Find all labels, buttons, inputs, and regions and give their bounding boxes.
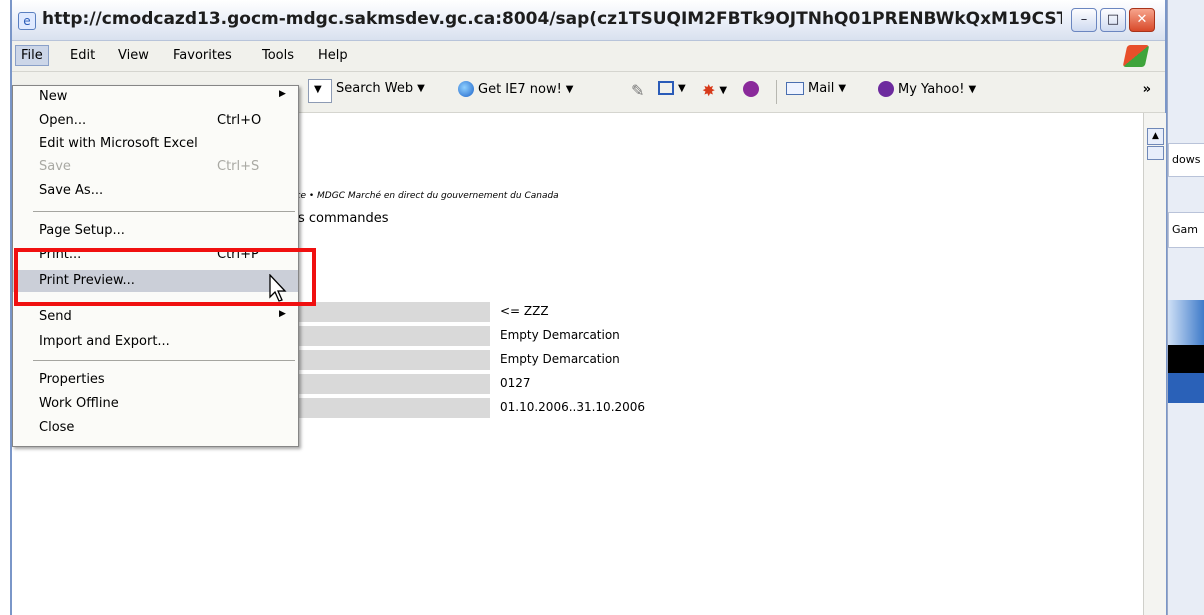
parameter-value: 0127 bbox=[500, 376, 531, 390]
windows-logo-icon bbox=[1122, 45, 1150, 67]
parameter-label-cell bbox=[290, 302, 490, 322]
menu-item-label: Properties bbox=[39, 372, 105, 387]
menu-bar: File Edit View Favorites Tools Help bbox=[12, 41, 1165, 72]
highlight-button[interactable]: ✎ bbox=[631, 81, 644, 100]
bookmark-button[interactable]: ✸ ▼ bbox=[702, 81, 727, 100]
menu-view[interactable]: View bbox=[118, 48, 149, 63]
menu-favorites[interactable]: Favorites bbox=[173, 48, 232, 63]
menu-item-import-export[interactable]: Import and Export... bbox=[13, 331, 298, 353]
chevron-down-icon: ▼ bbox=[678, 82, 686, 94]
search-web-button[interactable]: Search Web ▼ bbox=[336, 81, 425, 96]
scroll-up-arrow-icon[interactable]: ▲ bbox=[1147, 128, 1164, 145]
window-title: http://cmodcazd13.gocm-mdgc.sakmsdev.gc.… bbox=[42, 9, 1062, 29]
menu-help[interactable]: Help bbox=[318, 48, 348, 63]
mail-icon bbox=[786, 82, 804, 95]
more-toolbar-items-button[interactable]: » bbox=[1143, 82, 1151, 97]
background-window-cell: Gam bbox=[1168, 212, 1204, 248]
parameter-label-cell bbox=[290, 326, 490, 346]
menu-item-new[interactable]: New ▶ bbox=[13, 86, 298, 108]
toolbar-separator bbox=[776, 80, 777, 104]
menu-tools[interactable]: Tools bbox=[262, 48, 294, 63]
close-button[interactable]: ✕ bbox=[1129, 8, 1155, 32]
my-yahoo-icon bbox=[878, 81, 894, 97]
submenu-arrow-icon: ▶ bbox=[279, 309, 286, 319]
parameter-value: Empty Demarcation bbox=[500, 352, 620, 366]
chevron-down-icon: ▼ bbox=[417, 83, 425, 94]
vertical-scrollbar[interactable]: ▲ bbox=[1143, 113, 1166, 615]
menu-item-label: Close bbox=[39, 420, 75, 435]
menu-separator bbox=[33, 211, 295, 212]
scroll-thumb[interactable] bbox=[1147, 146, 1164, 160]
menu-item-send[interactable]: Send ▶ bbox=[13, 306, 298, 328]
menu-item-page-setup[interactable]: Page Setup... bbox=[13, 220, 298, 242]
menu-item-label: Send bbox=[39, 309, 72, 324]
menu-item-open[interactable]: Open... Ctrl+O bbox=[13, 110, 298, 132]
page-heading: es commandes bbox=[290, 211, 389, 226]
menu-item-label: Page Setup... bbox=[39, 223, 125, 238]
menu-item-label: Save As... bbox=[39, 183, 104, 198]
puzzle-icon: ✸ bbox=[702, 81, 716, 100]
mail-label: Mail bbox=[808, 81, 835, 96]
search-dropdown-toggle[interactable]: ▼ bbox=[308, 79, 332, 103]
menu-item-label: Save bbox=[39, 159, 71, 174]
menu-item-save-as[interactable]: Save As... bbox=[13, 180, 298, 202]
background-window-image bbox=[1168, 300, 1204, 345]
chevron-down-icon: ▼ bbox=[968, 83, 977, 95]
parameter-value: Empty Demarcation bbox=[500, 328, 620, 342]
get-ie7-button[interactable]: Get IE7 now! ▼ bbox=[458, 81, 574, 97]
menu-item-properties[interactable]: Properties bbox=[13, 369, 298, 391]
menu-item-label: Edit with Microsoft Excel bbox=[39, 136, 198, 151]
search-web-label: Search Web bbox=[336, 81, 414, 96]
submenu-arrow-icon: ▶ bbox=[279, 89, 286, 99]
background-window-cell: dows bbox=[1168, 143, 1204, 177]
maximize-button[interactable]: □ bbox=[1100, 8, 1126, 32]
parameter-value: <= ZZZ bbox=[500, 304, 549, 318]
menu-file[interactable]: File bbox=[15, 45, 49, 66]
ie-icon bbox=[458, 81, 474, 97]
minimize-button[interactable]: – bbox=[1071, 8, 1097, 32]
parameter-label-cell bbox=[290, 350, 490, 370]
chevron-down-icon: ▼ bbox=[565, 83, 574, 95]
background-window: dows Gam bbox=[1167, 0, 1204, 615]
menu-item-save: Save Ctrl+S bbox=[13, 156, 298, 178]
get-ie7-label: Get IE7 now! bbox=[478, 81, 562, 97]
layout-button[interactable]: ▼ bbox=[658, 81, 686, 95]
background-window-image bbox=[1168, 345, 1204, 373]
menu-item-edit-with-excel[interactable]: Edit with Microsoft Excel bbox=[13, 133, 298, 155]
chevron-down-icon: ▼ bbox=[838, 83, 847, 94]
menu-item-close[interactable]: Close bbox=[13, 417, 298, 439]
ie-page-icon: e bbox=[18, 12, 36, 30]
menu-item-label: Open... bbox=[39, 113, 87, 128]
title-bar[interactable]: e http://cmodcazd13.gocm-mdgc.sakmsdev.g… bbox=[12, 0, 1165, 41]
chevron-down-icon: ▼ bbox=[719, 85, 728, 96]
yahoo-answers-button[interactable] bbox=[743, 81, 759, 97]
mouse-pointer-icon bbox=[269, 274, 287, 302]
menu-item-label: New bbox=[39, 89, 68, 104]
my-yahoo-label: My Yahoo! bbox=[898, 81, 965, 97]
menu-item-shortcut: Ctrl+S bbox=[217, 159, 260, 174]
pencil-icon: ✎ bbox=[631, 81, 645, 100]
yahoo-icon bbox=[743, 81, 759, 97]
menu-item-label: Work Offline bbox=[39, 396, 119, 411]
background-window-image bbox=[1168, 373, 1204, 403]
menu-item-label: Import and Export... bbox=[39, 334, 170, 349]
parameter-label-cell bbox=[290, 398, 490, 418]
my-yahoo-button[interactable]: My Yahoo! ▼ bbox=[878, 81, 976, 97]
parameter-value: 01.10.2006..31.10.2006 bbox=[500, 400, 646, 414]
menu-separator bbox=[33, 360, 295, 361]
chevron-down-icon: ▼ bbox=[314, 84, 322, 95]
menu-item-shortcut: Ctrl+O bbox=[217, 113, 262, 128]
menu-item-work-offline[interactable]: Work Offline bbox=[13, 393, 298, 415]
window-layout-icon bbox=[658, 81, 674, 95]
parameter-label-cell bbox=[290, 374, 490, 394]
page-caption: ace • MDGC Marché en direct du gouvernem… bbox=[290, 191, 559, 201]
menu-edit[interactable]: Edit bbox=[70, 48, 95, 63]
mail-button[interactable]: Mail ▼ bbox=[786, 81, 846, 96]
